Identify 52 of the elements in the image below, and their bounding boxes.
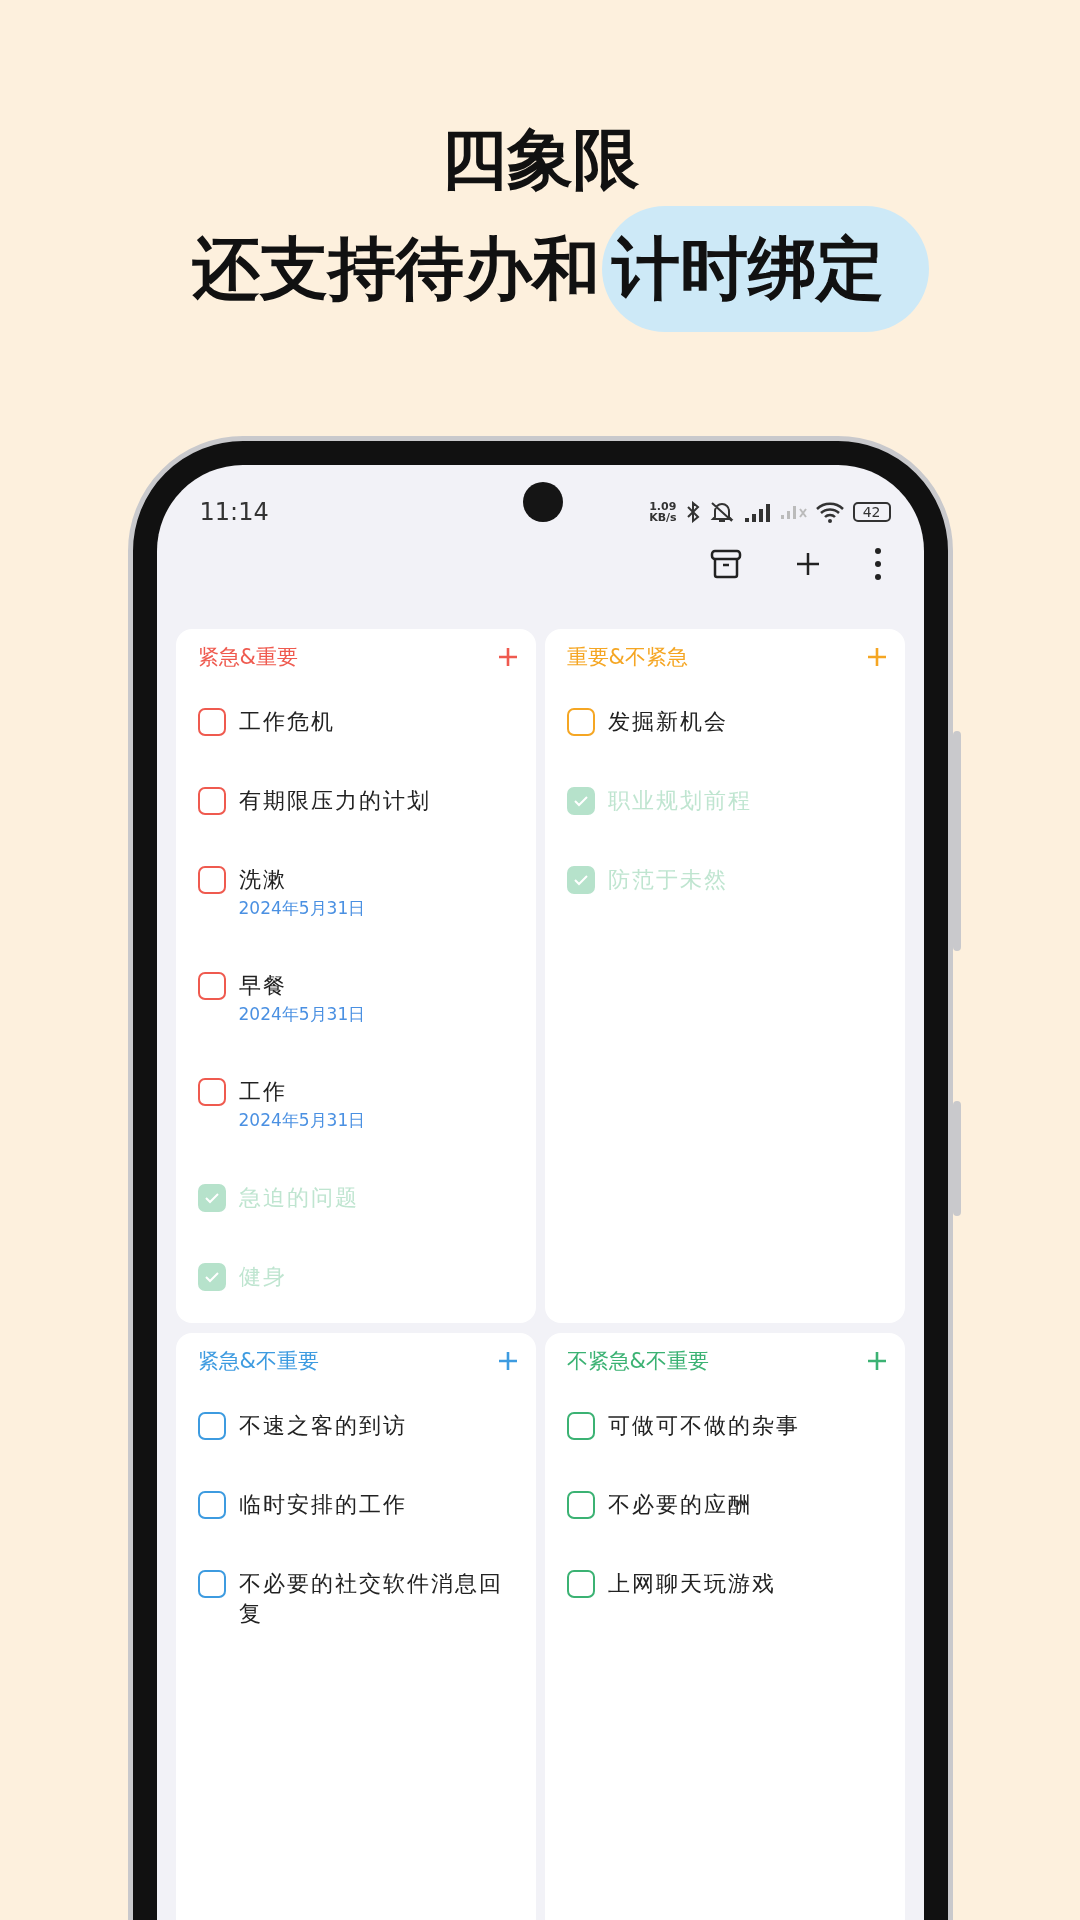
checkbox[interactable] (197, 787, 226, 815)
task-title: 可做可不做的杂事 (607, 1412, 801, 1440)
task-title: 防范于未然 (607, 866, 729, 894)
task-title: 急迫的问题 (238, 1184, 360, 1212)
archive-icon[interactable] (708, 547, 743, 581)
quadrant-title: 紧急&不重要 (197, 1348, 319, 1375)
checkbox[interactable] (566, 708, 595, 736)
task-title: 不速之客的到访 (238, 1412, 408, 1440)
checkbox[interactable] (566, 1570, 595, 1598)
task-title: 临时安排的工作 (238, 1491, 408, 1519)
network-speed: 1.09 KB/s (649, 501, 677, 523)
task-title: 不必要的社交软件消息回复 (238, 1570, 504, 1628)
task-title: 工作危机 (238, 708, 336, 736)
task-title: 工作 (238, 1078, 288, 1106)
task-title: 洗漱 (238, 866, 288, 894)
task-date: 2024年5月31日 (238, 1109, 367, 1132)
quadrant-title: 不紧急&不重要 (566, 1348, 709, 1375)
checkbox[interactable] (197, 866, 226, 894)
camera-icon (522, 482, 563, 522)
check-icon (203, 1271, 220, 1283)
task-date: 2024年5月31日 (238, 897, 367, 920)
task-title: 早餐 (238, 972, 288, 1000)
check-icon (572, 795, 589, 807)
checkbox[interactable] (197, 708, 226, 736)
task-title: 不必要的应酬 (607, 1491, 753, 1519)
check-icon (203, 1192, 220, 1204)
add-icon[interactable] (794, 551, 821, 577)
checkbox[interactable] (197, 972, 226, 1000)
checkbox[interactable] (566, 1491, 595, 1519)
headline-title: 四象限 (440, 120, 640, 200)
signal-icon (780, 504, 807, 520)
check-icon (572, 874, 589, 886)
task-title: 有期限压力的计划 (238, 787, 432, 815)
task-title: 发掘新机会 (607, 708, 729, 736)
task-title: 健身 (238, 1263, 288, 1291)
bluetooth-icon (684, 501, 701, 523)
task-date: 2024年5月31日 (238, 1003, 367, 1026)
quadrant-title: 重要&不紧急 (566, 644, 688, 671)
task-title: 职业规划前程 (607, 787, 753, 815)
mute-icon (708, 500, 735, 524)
task-title: 上网聊天玩游戏 (607, 1570, 777, 1598)
wifi-icon (814, 500, 845, 524)
checkbox[interactable] (566, 1412, 595, 1440)
checkbox[interactable] (197, 1570, 226, 1598)
more-icon[interactable] (872, 547, 883, 581)
checkbox[interactable] (197, 1078, 226, 1106)
quadrant-title: 紧急&重要 (197, 644, 298, 671)
checkbox[interactable] (197, 1491, 226, 1519)
checkbox[interactable] (197, 1412, 226, 1440)
status-time: 11:14 (199, 498, 269, 526)
headline-subtitle: 还支持待办和 计时绑定 (40, 206, 1080, 332)
battery-icon: 42 (852, 502, 891, 522)
